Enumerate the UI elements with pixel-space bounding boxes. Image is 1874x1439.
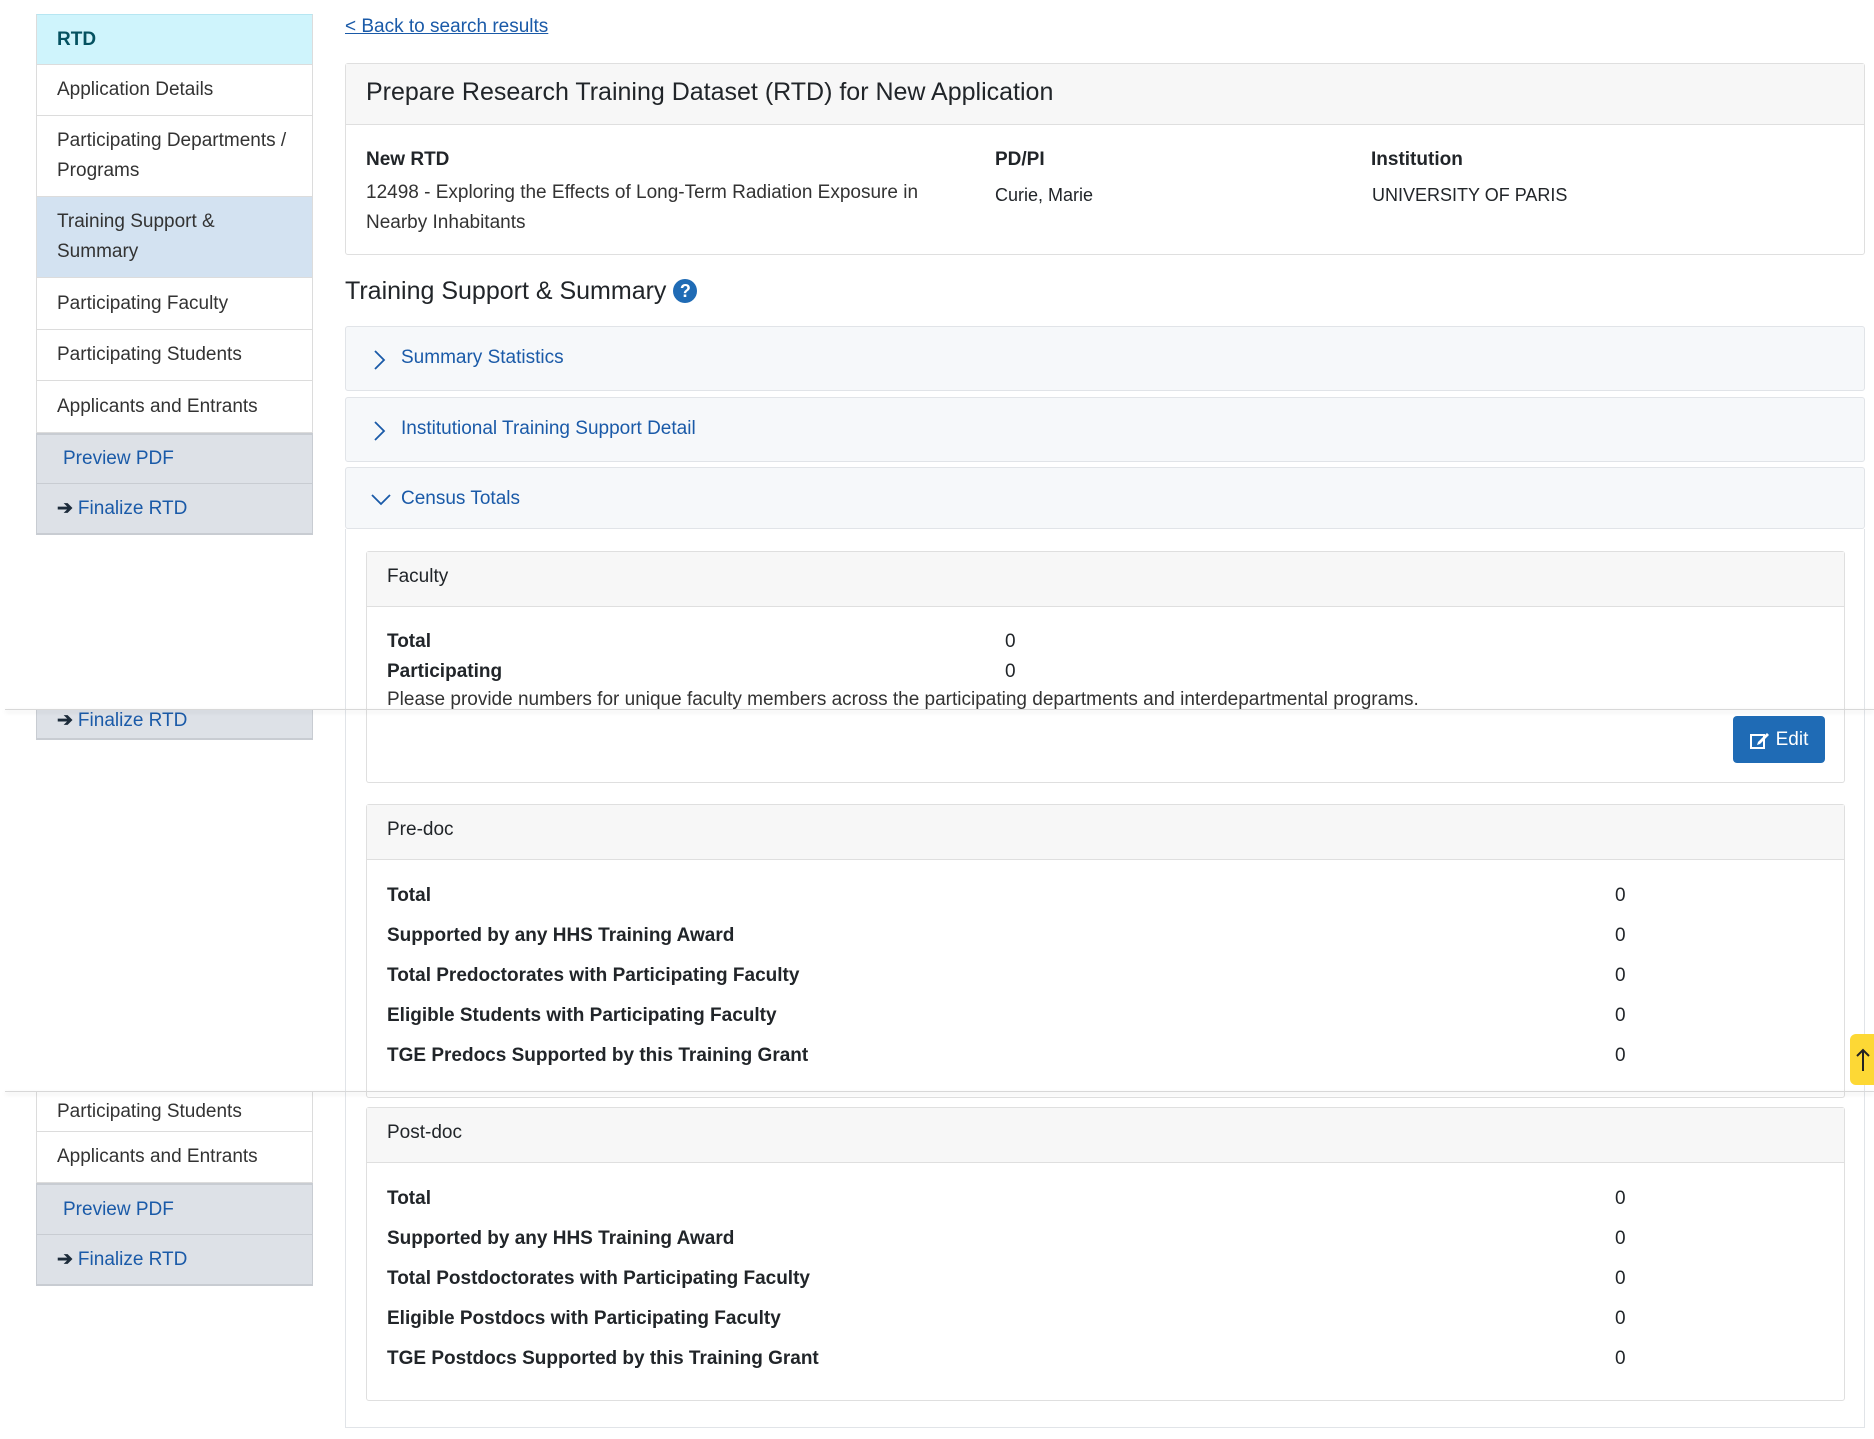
pdpi-label: PD/PI [995, 149, 1045, 170]
accordion-institutional-training[interactable]: Institutional Training Support Detail [345, 397, 1865, 462]
finalize-rtd-button[interactable]: ➔ Finalize RTD [36, 484, 313, 535]
row-label: Total [387, 631, 431, 652]
pdpi-value: Curie, Marie [995, 185, 1094, 205]
card-title: Pre-doc [387, 819, 454, 840]
sidebar-label: Finalize RTD [77, 1248, 188, 1270]
arrow-right-icon: ➔ [57, 710, 73, 731]
sidebar-label: Participating Students [57, 344, 242, 365]
help-icon[interactable]: ? [673, 279, 698, 303]
sidebar-label: Participating Faculty [57, 292, 229, 314]
sidebar-item-participating-students[interactable]: Participating Students [36, 330, 313, 381]
predoc-card-bottom [366, 1092, 1845, 1098]
new-rtd-label: New RTD [366, 149, 450, 170]
sidebar-label: Preview PDF [63, 448, 174, 469]
edit-icon [1749, 732, 1769, 749]
sidebar-item-participating-students[interactable]: Participating Students [36, 1092, 313, 1132]
row-label: Eligible Students with Participating Fac… [387, 1005, 777, 1026]
row-label: Supported by any HHS Training Award [387, 1228, 735, 1249]
accordion-body-bottom [345, 1427, 1865, 1428]
sidebar-label: Application Details [57, 79, 214, 100]
row-label: Total [387, 1188, 431, 1209]
row-value: 0 [1005, 631, 1016, 652]
preview-pdf-button[interactable]: Preview PDF [36, 1183, 313, 1235]
sidebar-item-training-support[interactable]: Training Support & Summary [36, 197, 313, 278]
sidebar-label: Finalize RTD [77, 710, 188, 731]
section-title-text: Training Support & Summary [345, 277, 667, 305]
accordion-label: Summary Statistics [401, 347, 564, 368]
row-label: Eligible Postdocs with Participating Fac… [387, 1308, 781, 1329]
accordion-census-totals[interactable]: Census Totals [345, 467, 1865, 529]
chevron-down-icon [371, 494, 391, 506]
sidebar-item-application-details[interactable]: Application Details [36, 65, 313, 116]
sidebar-item-applicants-entrants[interactable]: Applicants and Entrants [36, 381, 313, 433]
application-summary-card: Prepare Research Training Dataset (RTD) … [345, 63, 1865, 255]
row-label: Supported by any HHS Training Award [387, 925, 735, 946]
sidebar-item-participating-departments[interactable]: Participating Departments / Programs [36, 116, 313, 197]
edit-label: Edit [1775, 728, 1809, 750]
sidebar-item-applicants-entrants[interactable]: Applicants and Entrants [36, 1132, 313, 1183]
back-to-top-button[interactable] [1850, 1034, 1874, 1085]
arrow-right-icon: ➔ [57, 1248, 73, 1270]
preview-pdf-button[interactable]: Preview PDF [36, 433, 313, 484]
accordion-summary-statistics[interactable]: Summary Statistics [345, 326, 1865, 391]
sidebar-label: Finalize RTD [77, 497, 188, 519]
accordion-body-border [1864, 529, 1865, 1428]
row-label: Total [387, 885, 431, 906]
row-label: TGE Predocs Supported by this Training G… [387, 1045, 809, 1066]
sidebar-item-rtd[interactable]: RTD [36, 14, 313, 65]
back-to-search-link[interactable]: < Back to search results [345, 16, 548, 38]
arrow-up-icon [1856, 1048, 1870, 1071]
row-value: 0 [1005, 661, 1016, 682]
row-value: 0 [1615, 1308, 1626, 1329]
chevron-right-icon [374, 350, 386, 370]
predoc-card: Pre-doc Total 0 Supported by any HHS Train… [366, 804, 1845, 1091]
card-title: Faculty [387, 566, 449, 587]
chevron-right-icon [374, 421, 386, 441]
sidebar-label: Applicants and Entrants [57, 395, 258, 417]
sidebar-label: RTD [57, 28, 97, 50]
sidebar-label: Participating Departments / Programs [57, 130, 287, 181]
row-value: 0 [1615, 1268, 1626, 1289]
accordion-label: Census Totals [401, 488, 520, 509]
row-value: 0 [1615, 1188, 1626, 1209]
row-value: 0 [1615, 925, 1626, 946]
row-label: Total Postdoctorates with Participating … [387, 1268, 810, 1289]
card-title: Post-doc [387, 1122, 462, 1143]
row-value: 0 [1615, 1228, 1626, 1249]
section-title: Training Support & Summary ? [345, 277, 698, 306]
arrow-right-icon: ➔ [57, 497, 73, 519]
new-rtd-value: 12498 - Exploring the Effects of Long-Te… [366, 182, 919, 233]
page-title: Prepare Research Training Dataset (RTD) … [366, 78, 1054, 106]
row-value: 0 [1615, 965, 1626, 986]
sidebar-label: Training Support & Summary [57, 211, 215, 262]
row-label: TGE Postdocs Supported by this Training … [387, 1348, 819, 1369]
row-label: Total Predoctorates with Participating F… [387, 965, 800, 986]
sidebar-item-participating-faculty[interactable]: Participating Faculty [36, 278, 313, 330]
postdoc-card: Post-doc Total 0 Supported by any HHS Trai… [366, 1107, 1845, 1401]
capture-seam [5, 709, 1874, 710]
sidebar-label: Preview PDF [63, 1198, 174, 1220]
institution-value: UNIVERSITY OF PARIS [1372, 185, 1568, 205]
faculty-card: Faculty Total 0 Participating 0 Please p… [366, 551, 1845, 710]
sidebar-label: Applicants and Entrants [57, 1146, 258, 1167]
faculty-card-bottom: Edit [366, 710, 1845, 783]
capture-seam [5, 1091, 1874, 1092]
row-value: 0 [1615, 1005, 1626, 1026]
faculty-note: Please provide numbers for unique facult… [387, 689, 1419, 710]
row-value: 0 [1615, 885, 1626, 906]
institution-label: Institution [1371, 149, 1463, 170]
row-label: Participating [387, 661, 503, 682]
finalize-rtd-button[interactable]: ➔ Finalize RTD [36, 710, 313, 740]
sidebar-label: Participating Students [57, 1100, 242, 1122]
accordion-label: Institutional Training Support Detail [401, 418, 696, 439]
edit-button[interactable]: Edit [1733, 716, 1825, 763]
finalize-rtd-button[interactable]: ➔ Finalize RTD [36, 1235, 313, 1286]
row-value: 0 [1615, 1045, 1626, 1066]
row-value: 0 [1615, 1348, 1626, 1369]
accordion-body-border [345, 529, 346, 1428]
